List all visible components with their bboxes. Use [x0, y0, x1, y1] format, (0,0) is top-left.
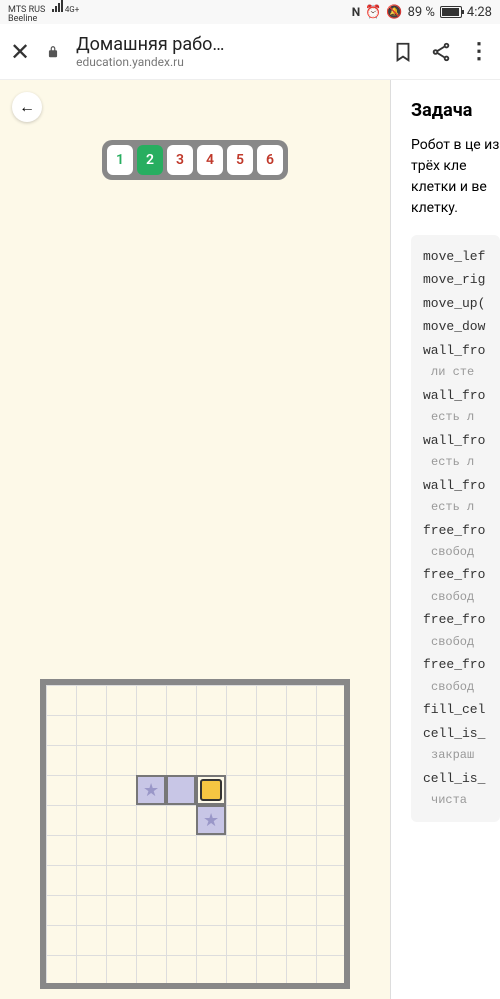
- tab-6[interactable]: 6: [257, 145, 283, 175]
- tab-3[interactable]: 3: [167, 145, 193, 175]
- alarm-icon: ⏰: [365, 5, 381, 20]
- close-button[interactable]: ✕: [10, 38, 30, 66]
- status-carriers: MTS RUS 4G+ Beeline: [8, 0, 79, 24]
- lock-icon: [46, 45, 60, 59]
- battery-pct: 89 %: [408, 5, 435, 20]
- tab-1[interactable]: 1: [107, 145, 133, 175]
- signal-icon: [52, 0, 63, 12]
- status-right: N ⏰ 🔕 89 % 4:28: [352, 5, 492, 20]
- task-title: Задача: [411, 100, 500, 121]
- tab-5[interactable]: 5: [227, 145, 253, 175]
- robot: [196, 775, 226, 805]
- target-cell: [136, 775, 166, 805]
- url-block[interactable]: Домашняя рабо… education.yandex.ru: [76, 34, 376, 70]
- content: ← 1 2 3 4 5 6 Задача Робот в це из трёх …: [0, 80, 500, 999]
- battery-icon: [440, 6, 462, 18]
- more-menu-icon[interactable]: ⋮: [468, 41, 490, 63]
- task-tabs: 1 2 3 4 5 6: [102, 140, 288, 180]
- tab-2[interactable]: 2: [137, 145, 163, 175]
- status-time: 4:28: [467, 5, 492, 20]
- share-icon[interactable]: [430, 41, 452, 63]
- silent-icon: 🔕: [386, 5, 402, 20]
- page-title: Домашняя рабо…: [76, 34, 376, 56]
- code-reference: move_lefmove_rigmove_up(move_dowwall_fro…: [411, 235, 500, 822]
- task-desc: Робот в це из трёх кле клетки и ве клетк…: [411, 135, 500, 219]
- grid-inner: [46, 685, 344, 983]
- target-cell: [196, 805, 226, 835]
- bookmark-icon[interactable]: [392, 41, 414, 63]
- status-bar: MTS RUS 4G+ Beeline N ⏰ 🔕 89 % 4:28: [0, 0, 500, 24]
- page-url: education.yandex.ru: [76, 55, 376, 69]
- tab-4[interactable]: 4: [197, 145, 223, 175]
- nfc-icon: N: [352, 5, 360, 19]
- back-button[interactable]: ←: [12, 92, 42, 122]
- path-cell: [166, 775, 196, 805]
- browser-bar: ✕ Домашняя рабо… education.yandex.ru ⋮: [0, 24, 500, 80]
- canvas-area: ← 1 2 3 4 5 6: [0, 80, 390, 999]
- robot-grid: [40, 679, 350, 989]
- side-panel: Задача Робот в це из трёх кле клетки и в…: [390, 80, 500, 999]
